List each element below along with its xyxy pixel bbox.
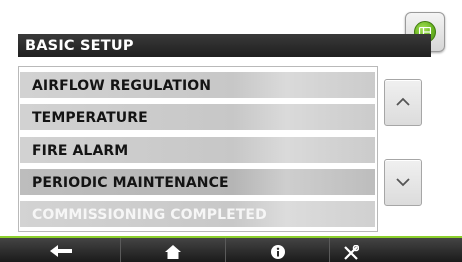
scroll-up-button[interactable] <box>384 79 422 126</box>
home-nav-button[interactable] <box>120 238 225 262</box>
menu-item-temperature[interactable]: TEMPERATURE <box>20 104 375 130</box>
menu-list: AIRFLOW REGULATION TEMPERATURE FIRE ALAR… <box>18 66 378 232</box>
info-icon <box>271 245 285 259</box>
chevron-up-icon <box>396 97 410 106</box>
house-icon <box>165 245 181 259</box>
tools-icon <box>344 245 359 260</box>
page-title: BASIC SETUP <box>18 34 431 57</box>
settings-button[interactable] <box>329 238 462 262</box>
scroll-down-button[interactable] <box>384 159 422 206</box>
bottom-nav-bar <box>0 236 462 262</box>
chevron-down-icon <box>396 178 410 187</box>
back-arrow-icon <box>50 245 72 257</box>
menu-item-periodic-maintenance[interactable]: PERIODIC MAINTENANCE <box>20 169 375 195</box>
menu-item-fire-alarm[interactable]: FIRE ALARM <box>20 137 375 163</box>
back-button[interactable] <box>0 238 120 262</box>
menu-item-airflow-regulation[interactable]: AIRFLOW REGULATION <box>20 72 375 98</box>
menu-item-commissioning-completed: COMMISSIONING COMPLETED <box>20 201 375 227</box>
info-button[interactable] <box>225 238 329 262</box>
